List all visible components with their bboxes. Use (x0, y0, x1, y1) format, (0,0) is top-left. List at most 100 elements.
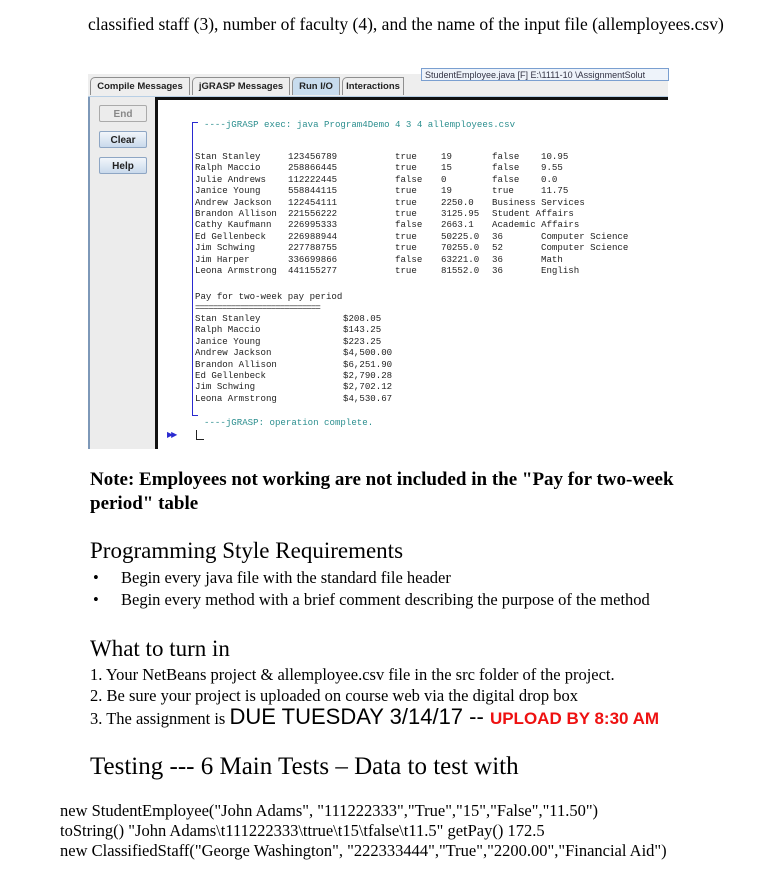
employee-cell: 123456789 (288, 151, 338, 162)
employee-cell: true (492, 185, 514, 197)
employee-cell: Stan Stanley (195, 151, 261, 162)
item3-separator: -- (463, 704, 490, 729)
employee-cell: 36 (492, 253, 503, 265)
pay-amount: $2,790.28 (343, 369, 393, 381)
employee-cell: 19 (441, 151, 452, 162)
pay-title: Pay for two-week pay period (195, 291, 343, 302)
style-bullet-item: • Begin every java file with the standard… (93, 567, 650, 589)
pay-amount: $4,500.00 (343, 347, 393, 359)
employee-cell: 3125.95 (441, 207, 480, 219)
jgrasp-output-panel: Compile Messages jGRASP Messages Run I/O… (88, 68, 669, 449)
turn-in-heading: What to turn in (90, 636, 230, 661)
employee-cell: 19 (441, 185, 452, 197)
pay-name: Ralph Maccio (195, 324, 261, 336)
employee-cell: 2250.0 (441, 196, 474, 208)
employee-cell: 221556222 (288, 207, 338, 219)
bullet-icon: • (93, 590, 99, 609)
employee-cell: Math (541, 253, 563, 265)
employee-cell: Academic Affairs (492, 219, 580, 231)
test-line: new StudentEmployee("John Adams", "11122… (60, 801, 599, 820)
employee-cell: Jim Harper (195, 253, 250, 265)
employee-cell: true (395, 185, 417, 197)
employee-cell: 112222445 (288, 173, 338, 185)
employee-cell: Cathy Kaufmann (195, 219, 272, 231)
employee-cell: false (395, 219, 423, 231)
employee-cell: true (395, 264, 417, 276)
employee-cell: Leona Armstrong (195, 264, 277, 276)
test-line: toString() "John Adams\t111222333\ttrue\… (60, 821, 545, 840)
employee-cell: false (492, 151, 520, 162)
tab-run-io[interactable]: Run I/O (292, 77, 340, 95)
employee-cell: English (541, 264, 580, 276)
tab-compile-messages[interactable]: Compile Messages (90, 77, 190, 95)
employee-cell: 227788755 (288, 242, 338, 254)
employee-cell: false (395, 253, 423, 265)
employee-cell: 52 (492, 242, 503, 254)
employee-cell: 15 (441, 162, 452, 174)
due-date: DUE TUESDAY 3/14/17 (229, 704, 464, 729)
test-line: new ClassifiedStaff("George Washington",… (60, 841, 667, 860)
employee-cell: Jim Schwing (195, 242, 256, 254)
file-path-label: StudentEmployee.java [F] E:\1111-10 \Ass… (421, 68, 669, 81)
employee-cell: 50225.0 (441, 230, 480, 242)
console-button-bar: End Clear Help (88, 97, 155, 449)
employee-cell: 10.95 (541, 151, 569, 162)
employee-cell: 70255.0 (441, 242, 480, 254)
bullet-text: Begin every java file with the standard … (121, 568, 451, 587)
pay-name: Leona Armstrong (195, 392, 277, 404)
intro-text: classified staff (3), number of faculty … (88, 14, 724, 34)
employee-cell: 226988944 (288, 230, 338, 242)
tab-jgrasp-messages[interactable]: jGRASP Messages (192, 77, 290, 95)
employee-cell: 9.55 (541, 162, 563, 174)
employee-cell: 226995333 (288, 219, 338, 231)
employee-cell: 81552.0 (441, 264, 480, 276)
item3-prefix: 3. The assignment is (90, 709, 230, 728)
operation-complete-line: ----jGRASP: operation complete. (204, 417, 374, 428)
employee-cell: Business Services (492, 196, 585, 208)
employee-cell: false (492, 162, 520, 174)
bullet-text: Begin every method with a brief comment … (121, 590, 650, 609)
employee-cell: 63221.0 (441, 253, 480, 265)
turn-in-list: 1. Your NetBeans project & allemployee.c… (90, 664, 659, 729)
employee-cell: true (395, 196, 417, 208)
employee-cell: 2663.1 (441, 219, 474, 231)
clear-button[interactable]: Clear (99, 131, 147, 148)
employee-cell: true (395, 151, 417, 162)
end-button[interactable]: End (99, 105, 147, 122)
input-cursor[interactable] (196, 430, 204, 440)
employee-cell: 122454111 (288, 196, 338, 208)
employee-cell: 258866445 (288, 162, 338, 174)
employee-cell: Ed Gellenbeck (195, 230, 266, 242)
pay-name: Janice Young (195, 335, 261, 347)
employee-cell: true (395, 162, 417, 174)
employee-cell: 36 (492, 230, 503, 242)
employee-cell: 558844115 (288, 185, 338, 197)
pay-name: Stan Stanley (195, 313, 261, 324)
pay-amount: $223.25 (343, 335, 382, 347)
pay-amount: $208.05 (343, 313, 382, 324)
style-heading: Programming Style Requirements (90, 538, 404, 563)
employee-cell: 336699866 (288, 253, 338, 265)
pay-name: Ed Gellenbeck (195, 369, 266, 381)
run-io-console[interactable]: ----jGRASP exec: java Program4Demo 4 3 4… (155, 97, 668, 449)
employee-cell: 0.0 (541, 173, 558, 185)
employee-cell: 0 (441, 173, 447, 185)
help-button[interactable]: Help (99, 157, 147, 174)
turn-in-item-2: 2. Be sure your project is uploaded on c… (90, 686, 579, 705)
pay-amount: $4,530.67 (343, 392, 393, 404)
employee-cell: Computer Science (541, 242, 629, 254)
turn-in-item-1: 1. Your NetBeans project & allemployee.c… (90, 665, 615, 684)
pay-amount: $143.25 (343, 324, 382, 336)
tab-interactions[interactable]: Interactions (342, 77, 404, 95)
pay-name: Brandon Allison (195, 358, 277, 370)
pay-name: Jim Schwing (195, 381, 256, 393)
style-bullet-item: • Begin every method with a brief comment… (93, 589, 650, 611)
test-data-lines: new StudentEmployee("John Adams", "11122… (60, 801, 667, 861)
bullet-icon: • (93, 568, 99, 587)
employee-cell: Julie Andrews (195, 173, 266, 185)
employee-cell: Computer Science (541, 230, 629, 242)
employee-cell: true (395, 230, 417, 242)
upload-deadline: UPLOAD BY 8:30 AM (489, 709, 660, 728)
employee-cell: 36 (492, 264, 503, 276)
employee-cell: 11.75 (541, 185, 569, 197)
